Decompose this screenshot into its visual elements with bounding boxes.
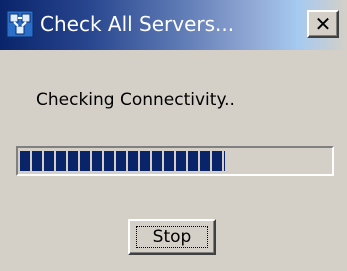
progress-fill bbox=[20, 151, 225, 171]
window-title: Check All Servers... bbox=[40, 12, 235, 36]
stop-button[interactable]: Stop bbox=[128, 219, 216, 255]
progress-track bbox=[20, 151, 330, 171]
server-network-icon bbox=[6, 10, 34, 38]
close-icon: ✕ bbox=[314, 12, 332, 36]
title-bar[interactable]: Check All Servers... ✕ bbox=[0, 0, 347, 50]
status-message: Checking Connectivity.. bbox=[36, 90, 235, 110]
check-servers-dialog: Check All Servers... ✕ Checking Connecti… bbox=[0, 0, 347, 271]
stop-button-label: Stop bbox=[152, 227, 192, 247]
close-button[interactable]: ✕ bbox=[307, 10, 339, 38]
progress-bar bbox=[16, 146, 334, 176]
